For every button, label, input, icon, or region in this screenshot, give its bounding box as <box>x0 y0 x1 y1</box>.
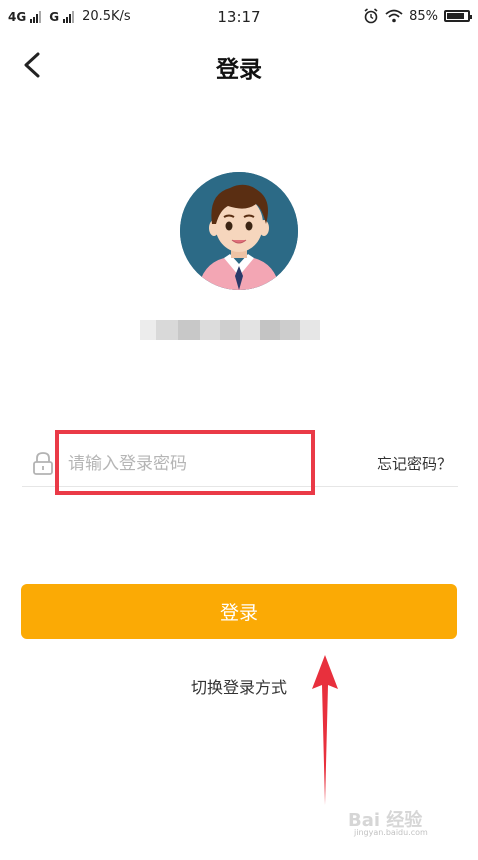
forgot-password-link[interactable]: 忘记密码？ <box>377 453 452 474</box>
wifi-icon <box>385 9 403 23</box>
watermark-url: jingyan.baidu.com <box>354 828 428 837</box>
status-right: 85% <box>363 8 472 24</box>
username-blurred <box>140 320 320 340</box>
status-bar: 4G G 20.5K/s 13:17 85% <box>0 0 478 34</box>
lock-icon <box>33 452 53 475</box>
baidu-jingyan-watermark: Bai 经验 jingyan.baidu.com <box>348 806 458 840</box>
switch-login-method-link[interactable]: 切换登录方式 <box>0 674 478 698</box>
alarm-icon <box>364 8 378 24</box>
battery-percent: 85% <box>409 8 438 24</box>
battery-level <box>447 13 464 19</box>
avatar-illustration <box>180 172 298 290</box>
page-title: 登录 <box>216 57 262 83</box>
user-avatar <box>180 172 298 290</box>
login-button[interactable]: 登录 <box>21 584 457 639</box>
battery-icon <box>444 10 472 22</box>
highlight-annotation <box>55 430 315 495</box>
arrow-annotation <box>312 655 338 805</box>
